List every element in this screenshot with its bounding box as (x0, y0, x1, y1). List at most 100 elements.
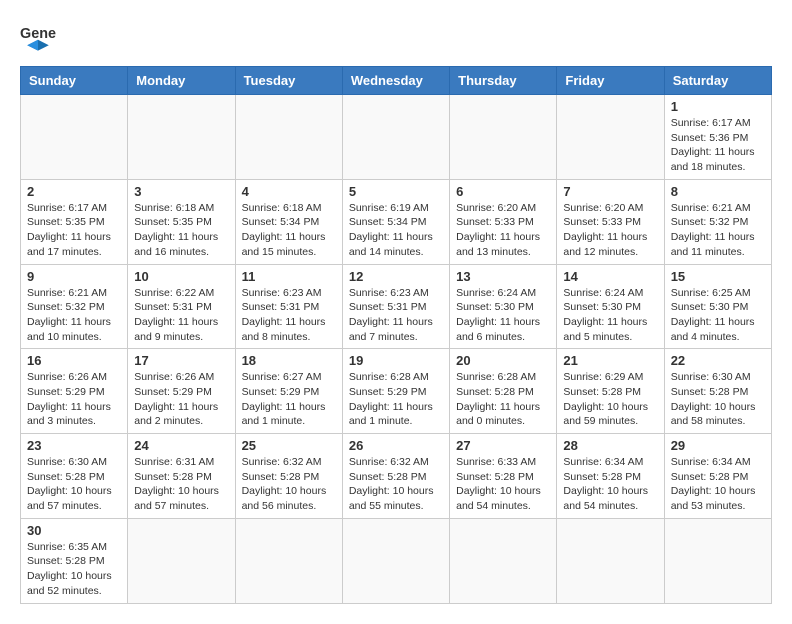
day-number: 3 (134, 184, 228, 199)
day-info: Sunrise: 6:31 AM Sunset: 5:28 PM Dayligh… (134, 455, 228, 514)
day-of-week-header: Monday (128, 67, 235, 95)
day-info: Sunrise: 6:28 AM Sunset: 5:28 PM Dayligh… (456, 370, 550, 429)
day-number: 22 (671, 353, 765, 368)
calendar-day-cell: 5Sunrise: 6:19 AM Sunset: 5:34 PM Daylig… (342, 179, 449, 264)
svg-text:General: General (20, 26, 56, 42)
calendar-day-cell (450, 95, 557, 180)
logo-icon: General (20, 20, 56, 56)
calendar-header-row: SundayMondayTuesdayWednesdayThursdayFrid… (21, 67, 772, 95)
day-number: 13 (456, 269, 550, 284)
day-number: 7 (563, 184, 657, 199)
day-info: Sunrise: 6:21 AM Sunset: 5:32 PM Dayligh… (671, 201, 765, 260)
day-info: Sunrise: 6:30 AM Sunset: 5:28 PM Dayligh… (671, 370, 765, 429)
calendar-day-cell: 27 Sunrise: 6:33 AM Sunset: 5:28 PM Dayli… (450, 434, 557, 519)
day-number: 12 (349, 269, 443, 284)
day-number: 1 (671, 99, 765, 114)
day-number: 30 (27, 523, 121, 538)
day-number: 17 (134, 353, 228, 368)
day-info: Sunrise: 6:23 AM Sunset: 5:31 PM Dayligh… (242, 286, 336, 345)
day-number: 21 (563, 353, 657, 368)
calendar-day-cell: 2 Sunrise: 6:17 AM Sunset: 5:35 PM Daylig… (21, 179, 128, 264)
day-info: Sunrise: 6:23 AM Sunset: 5:31 PM Dayligh… (349, 286, 443, 345)
calendar-day-cell: 15Sunrise: 6:25 AM Sunset: 5:30 PM Dayli… (664, 264, 771, 349)
calendar-day-cell: 28Sunrise: 6:34 AM Sunset: 5:28 PM Dayli… (557, 434, 664, 519)
calendar-day-cell (21, 95, 128, 180)
day-number: 15 (671, 269, 765, 284)
calendar-day-cell: 4 Sunrise: 6:18 AM Sunset: 5:34 PM Daylig… (235, 179, 342, 264)
calendar-day-cell: 10 Sunrise: 6:22 AM Sunset: 5:31 PM Dayli… (128, 264, 235, 349)
day-number: 16 (27, 353, 121, 368)
day-info: Sunrise: 6:33 AM Sunset: 5:28 PM Dayligh… (456, 455, 550, 514)
day-number: 5 (349, 184, 443, 199)
calendar-day-cell: 11 Sunrise: 6:23 AM Sunset: 5:31 PM Dayli… (235, 264, 342, 349)
calendar-day-cell (128, 518, 235, 603)
calendar-day-cell: 9 Sunrise: 6:21 AM Sunset: 5:32 PM Daylig… (21, 264, 128, 349)
calendar-day-cell (235, 95, 342, 180)
calendar-day-cell: 26Sunrise: 6:32 AM Sunset: 5:28 PM Dayli… (342, 434, 449, 519)
day-info: Sunrise: 6:34 AM Sunset: 5:28 PM Dayligh… (563, 455, 657, 514)
day-number: 20 (456, 353, 550, 368)
day-info: Sunrise: 6:27 AM Sunset: 5:29 PM Dayligh… (242, 370, 336, 429)
day-of-week-header: Tuesday (235, 67, 342, 95)
logo: General (20, 20, 60, 56)
day-info: Sunrise: 6:18 AM Sunset: 5:34 PM Dayligh… (242, 201, 336, 260)
day-number: 29 (671, 438, 765, 453)
calendar-day-cell: 1 Sunrise: 6:17 AM Sunset: 5:36 PM Daylig… (664, 95, 771, 180)
calendar-day-cell: 24 Sunrise: 6:31 AM Sunset: 5:28 PM Dayli… (128, 434, 235, 519)
day-number: 14 (563, 269, 657, 284)
day-number: 11 (242, 269, 336, 284)
day-number: 9 (27, 269, 121, 284)
calendar-day-cell: 30 Sunrise: 6:35 AM Sunset: 5:28 PM Dayli… (21, 518, 128, 603)
day-info: Sunrise: 6:35 AM Sunset: 5:28 PM Dayligh… (27, 540, 121, 599)
calendar-day-cell: 16 Sunrise: 6:26 AM Sunset: 5:29 PM Dayli… (21, 349, 128, 434)
day-info: Sunrise: 6:26 AM Sunset: 5:29 PM Dayligh… (27, 370, 121, 429)
day-of-week-header: Wednesday (342, 67, 449, 95)
calendar-day-cell (342, 95, 449, 180)
day-info: Sunrise: 6:17 AM Sunset: 5:35 PM Dayligh… (27, 201, 121, 260)
day-number: 2 (27, 184, 121, 199)
day-of-week-header: Saturday (664, 67, 771, 95)
calendar-day-cell: 14 Sunrise: 6:24 AM Sunset: 5:30 PM Dayli… (557, 264, 664, 349)
day-info: Sunrise: 6:24 AM Sunset: 5:30 PM Dayligh… (456, 286, 550, 345)
day-of-week-header: Friday (557, 67, 664, 95)
day-number: 6 (456, 184, 550, 199)
calendar-day-cell: 22 Sunrise: 6:30 AM Sunset: 5:28 PM Dayli… (664, 349, 771, 434)
calendar-day-cell: 29 Sunrise: 6:34 AM Sunset: 5:28 PM Dayli… (664, 434, 771, 519)
day-number: 23 (27, 438, 121, 453)
day-number: 25 (242, 438, 336, 453)
day-info: Sunrise: 6:34 AM Sunset: 5:28 PM Dayligh… (671, 455, 765, 514)
day-number: 27 (456, 438, 550, 453)
calendar-day-cell: 6Sunrise: 6:20 AM Sunset: 5:33 PM Daylig… (450, 179, 557, 264)
calendar-day-cell: 18 Sunrise: 6:27 AM Sunset: 5:29 PM Dayli… (235, 349, 342, 434)
calendar-day-cell (235, 518, 342, 603)
day-info: Sunrise: 6:17 AM Sunset: 5:36 PM Dayligh… (671, 116, 765, 175)
calendar-day-cell: 19 Sunrise: 6:28 AM Sunset: 5:29 PM Dayli… (342, 349, 449, 434)
day-info: Sunrise: 6:28 AM Sunset: 5:29 PM Dayligh… (349, 370, 443, 429)
calendar-day-cell: 3 Sunrise: 6:18 AM Sunset: 5:35 PM Daylig… (128, 179, 235, 264)
day-info: Sunrise: 6:24 AM Sunset: 5:30 PM Dayligh… (563, 286, 657, 345)
calendar-day-cell: 13 Sunrise: 6:24 AM Sunset: 5:30 PM Dayli… (450, 264, 557, 349)
day-info: Sunrise: 6:22 AM Sunset: 5:31 PM Dayligh… (134, 286, 228, 345)
calendar-day-cell: 20 Sunrise: 6:28 AM Sunset: 5:28 PM Dayli… (450, 349, 557, 434)
day-number: 19 (349, 353, 443, 368)
day-number: 10 (134, 269, 228, 284)
day-number: 8 (671, 184, 765, 199)
day-number: 18 (242, 353, 336, 368)
day-number: 4 (242, 184, 336, 199)
calendar-table: SundayMondayTuesdayWednesdayThursdayFrid… (20, 66, 772, 604)
calendar-day-cell: 8 Sunrise: 6:21 AM Sunset: 5:32 PM Daylig… (664, 179, 771, 264)
day-number: 24 (134, 438, 228, 453)
calendar-day-cell (557, 95, 664, 180)
day-info: Sunrise: 6:21 AM Sunset: 5:32 PM Dayligh… (27, 286, 121, 345)
day-info: Sunrise: 6:29 AM Sunset: 5:28 PM Dayligh… (563, 370, 657, 429)
calendar-week-row: 9 Sunrise: 6:21 AM Sunset: 5:32 PM Daylig… (21, 264, 772, 349)
calendar-day-cell: 21 Sunrise: 6:29 AM Sunset: 5:28 PM Dayli… (557, 349, 664, 434)
day-info: Sunrise: 6:18 AM Sunset: 5:35 PM Dayligh… (134, 201, 228, 260)
day-of-week-header: Thursday (450, 67, 557, 95)
calendar-week-row: 16 Sunrise: 6:26 AM Sunset: 5:29 PM Dayli… (21, 349, 772, 434)
calendar-day-cell: 12 Sunrise: 6:23 AM Sunset: 5:31 PM Dayli… (342, 264, 449, 349)
calendar-day-cell (342, 518, 449, 603)
day-info: Sunrise: 6:32 AM Sunset: 5:28 PM Dayligh… (242, 455, 336, 514)
calendar-week-row: 30 Sunrise: 6:35 AM Sunset: 5:28 PM Dayli… (21, 518, 772, 603)
calendar-day-cell: 25 Sunrise: 6:32 AM Sunset: 5:28 PM Dayli… (235, 434, 342, 519)
